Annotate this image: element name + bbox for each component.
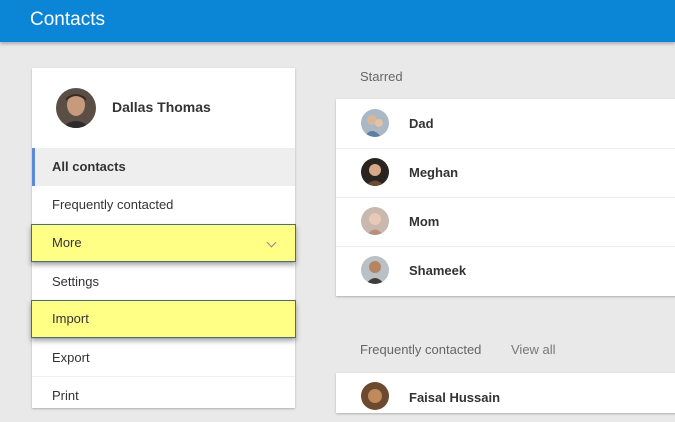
nav-item-settings[interactable]: Settings	[32, 262, 295, 300]
frequent-heading: Frequently contacted	[360, 342, 482, 357]
app-title[interactable]: Contacts	[30, 9, 105, 31]
nav-item-print[interactable]: Print	[32, 376, 295, 414]
contact-name: Faisal Hussain	[409, 390, 501, 405]
nav-item-export[interactable]: Export	[32, 338, 295, 376]
profile-header[interactable]: Dallas Thomas	[32, 68, 295, 149]
avatar	[361, 207, 389, 235]
avatar	[361, 109, 389, 137]
contact-name: Shameek	[409, 263, 467, 278]
starred-list: Dad Meghan Mom Shameek	[336, 99, 675, 296]
avatar	[361, 256, 389, 284]
nav-item-all-contacts[interactable]: All contacts	[32, 148, 295, 186]
frequent-list: Faisal Hussain	[336, 373, 675, 413]
contact-name: Dad	[409, 116, 434, 131]
starred-heading: Starred	[360, 69, 403, 84]
chevron-down-icon	[266, 237, 277, 248]
app-header: Contacts	[0, 0, 675, 42]
contact-name: Meghan	[409, 165, 459, 180]
list-item[interactable]: Faisal Hussain	[336, 373, 675, 422]
nav-item-more-label: More	[52, 235, 82, 250]
nav-item-more[interactable]: More	[31, 224, 296, 262]
profile-name: Dallas Thomas	[112, 99, 211, 115]
view-all-link[interactable]: View all	[511, 342, 556, 357]
list-item[interactable]: Dad	[336, 99, 675, 149]
nav-item-frequently-contacted[interactable]: Frequently contacted	[32, 186, 295, 224]
list-item[interactable]: Meghan	[336, 148, 675, 198]
avatar	[361, 382, 389, 410]
avatar	[361, 158, 389, 186]
list-item[interactable]: Shameek	[336, 246, 675, 295]
nav-item-import-label: Import	[52, 311, 89, 326]
list-item[interactable]: Mom	[336, 197, 675, 247]
avatar[interactable]	[56, 88, 96, 128]
nav-item-import[interactable]: Import	[31, 300, 296, 338]
contact-name: Mom	[409, 214, 440, 229]
